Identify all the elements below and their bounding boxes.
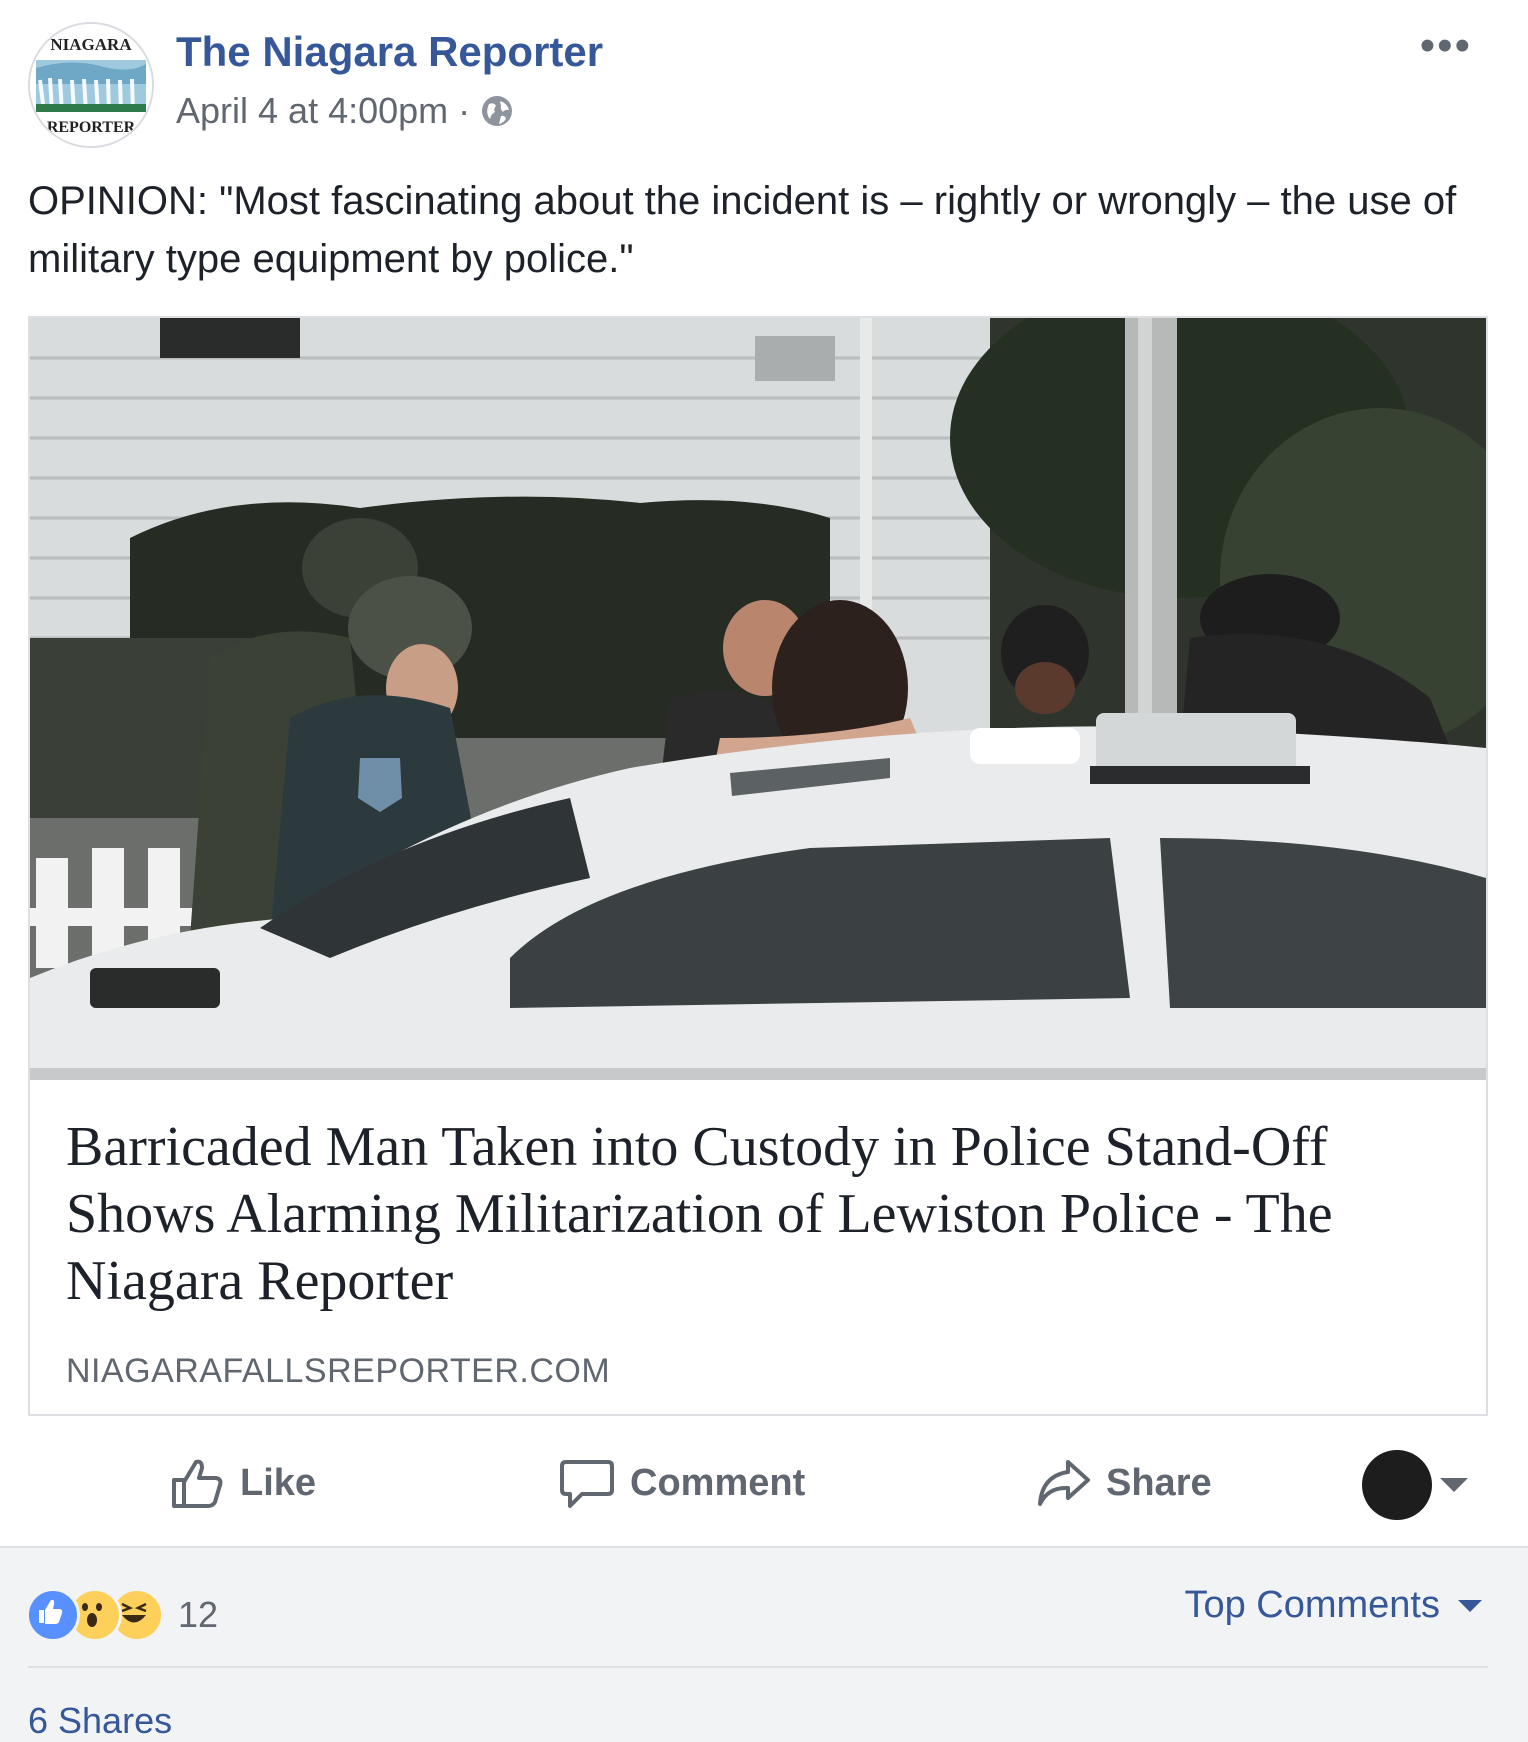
share-label: Share <box>1106 1461 1212 1504</box>
more-options-button[interactable]: ••• <box>1420 24 1472 68</box>
like-button[interactable]: Like <box>168 1454 316 1512</box>
link-preview-image[interactable] <box>30 318 1486 1080</box>
speech-bubble-icon <box>560 1460 614 1508</box>
globe-icon[interactable] <box>480 94 514 128</box>
page-name-link[interactable]: The Niagara Reporter <box>176 28 603 76</box>
post-footer: 12 Top Comments 6 Shares <box>0 1546 1528 1742</box>
like-label: Like <box>240 1461 317 1504</box>
share-button[interactable]: Share <box>1034 1454 1212 1512</box>
post-action-bar: Like Comment Share <box>0 1418 1528 1546</box>
link-preview-card[interactable]: Barricaded Man Taken into Custody in Pol… <box>28 316 1488 1416</box>
avatar <box>1362 1450 1432 1520</box>
footer-divider <box>28 1666 1488 1668</box>
page-avatar[interactable]: NIAGARA REPORTER <box>28 22 154 148</box>
facebook-post: NIAGARA REPORTER The Niagara Reporter Ap… <box>0 0 1528 1742</box>
reactions-summary[interactable]: 12 <box>26 1588 218 1642</box>
top-comments-dropdown[interactable]: Top Comments <box>1184 1584 1482 1627</box>
share-arrow-icon <box>1038 1460 1090 1506</box>
like-reaction-icon <box>26 1588 80 1642</box>
shares-count-link[interactable]: 6 Shares <box>28 1700 172 1742</box>
chevron-down-icon <box>1440 1478 1468 1492</box>
audience-selector[interactable] <box>1362 1450 1468 1520</box>
post-timestamp[interactable]: April 4 at 4:00pm <box>176 90 448 132</box>
link-title[interactable]: Barricaded Man Taken into Custody in Pol… <box>66 1114 1456 1315</box>
svg-text:REPORTER: REPORTER <box>47 119 136 136</box>
meta-separator: · <box>458 90 471 131</box>
niagara-reporter-logo: NIAGARA REPORTER <box>30 24 152 146</box>
post-meta: April 4 at 4:00pm · <box>176 90 514 132</box>
link-domain: NIAGARAFALLSREPORTER.COM <box>66 1352 611 1390</box>
post-text: OPINION: "Most fascinating about the inc… <box>28 179 1457 281</box>
thumbs-up-icon <box>172 1459 223 1508</box>
police-scene-photo <box>30 318 1486 1080</box>
reaction-count: 12 <box>178 1594 219 1635</box>
svg-text:NIAGARA: NIAGARA <box>50 35 132 54</box>
comment-label: Comment <box>630 1461 806 1504</box>
top-comments-label: Top Comments <box>1184 1584 1440 1626</box>
comment-button[interactable]: Comment <box>558 1454 805 1512</box>
chevron-down-icon <box>1458 1599 1482 1612</box>
